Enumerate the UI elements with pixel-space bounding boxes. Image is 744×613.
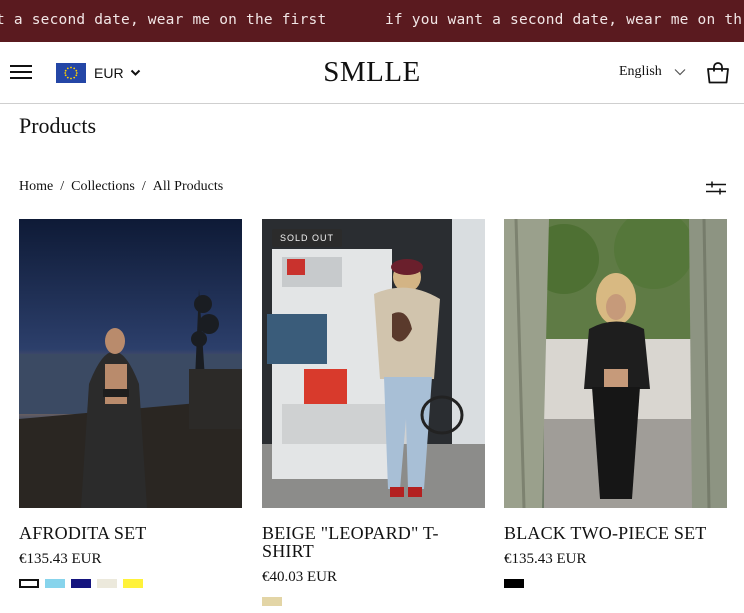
- chevron-down-icon: [130, 69, 140, 76]
- product-card: BLACK TWO-PIECE SET €135.43 EUR: [504, 219, 727, 588]
- announcement-bar: t a second date, wear me on the first if…: [0, 0, 744, 42]
- product-image[interactable]: [19, 219, 242, 508]
- language-label: English: [619, 64, 662, 79]
- product-card: SOLD OUT BEIGE "LEOPARD" T-SHIRT €40.03 …: [262, 219, 485, 606]
- eu-flag-icon: [56, 63, 86, 83]
- color-swatch[interactable]: [504, 579, 524, 588]
- currency-label: EUR: [94, 65, 124, 81]
- color-swatch[interactable]: [71, 579, 91, 588]
- page-title: Products: [19, 113, 96, 138]
- sliders-icon[interactable]: [706, 181, 726, 195]
- product-image[interactable]: SOLD OUT: [262, 219, 485, 508]
- site-header: EUR SMLLE English: [0, 42, 744, 104]
- color-swatches: [19, 579, 242, 588]
- color-swatches: [504, 579, 727, 588]
- breadcrumb: Home / Collections / All Products: [19, 179, 223, 195]
- product-title[interactable]: BEIGE "LEOPARD" T-SHIRT: [262, 524, 485, 560]
- color-swatches: [262, 597, 485, 606]
- language-selector[interactable]: English: [619, 64, 686, 80]
- breadcrumb-home[interactable]: Home: [19, 179, 53, 195]
- product-card: AFRODITA SET €135.43 EUR: [19, 219, 242, 588]
- product-image[interactable]: [504, 219, 727, 508]
- breadcrumb-separator: /: [141, 179, 146, 194]
- shopping-bag-icon[interactable]: [706, 62, 730, 84]
- breadcrumb-collections[interactable]: Collections: [71, 179, 135, 195]
- product-price: €40.03 EUR: [262, 569, 337, 585]
- chevron-down-icon: [674, 69, 686, 76]
- breadcrumb-separator: /: [60, 179, 65, 194]
- color-swatch[interactable]: [123, 579, 143, 588]
- product-title[interactable]: AFRODITA SET: [19, 524, 242, 542]
- hamburger-menu-icon[interactable]: [10, 63, 32, 81]
- product-price: €135.43 EUR: [19, 551, 102, 567]
- color-swatch[interactable]: [19, 579, 39, 588]
- product-title[interactable]: BLACK TWO-PIECE SET: [504, 524, 727, 542]
- color-swatch[interactable]: [97, 579, 117, 588]
- currency-selector[interactable]: EUR: [56, 63, 141, 83]
- color-swatch[interactable]: [45, 579, 65, 588]
- announcement-text: t a second date, wear me on the first: [0, 12, 327, 28]
- sold-out-badge: SOLD OUT: [272, 229, 343, 247]
- announcement-text: if you want a second date, wear me on th: [385, 12, 743, 28]
- product-price: €135.43 EUR: [504, 551, 587, 567]
- color-swatch[interactable]: [262, 597, 282, 606]
- breadcrumb-all-products[interactable]: All Products: [153, 179, 223, 195]
